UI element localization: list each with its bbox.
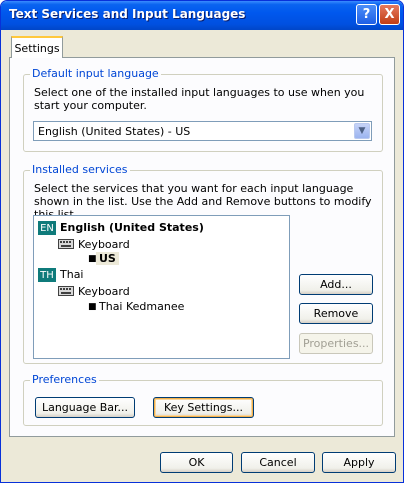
keyboard-icon	[58, 239, 74, 249]
bullet-icon: ■	[88, 302, 97, 312]
apply-button[interactable]: Apply	[322, 452, 396, 473]
language-badge-th: TH	[38, 268, 56, 282]
keyboard-icon	[58, 286, 74, 296]
layout-us[interactable]: US	[96, 252, 119, 265]
service-keyboard-thai[interactable]: Keyboard	[78, 285, 130, 298]
key-settings-button[interactable]: Key Settings...	[153, 397, 254, 418]
window-title: Text Services and Input Languages	[9, 7, 246, 21]
dialog-window: Text Services and Input Languages ? X Se…	[0, 0, 404, 483]
title-bar[interactable]: Text Services and Input Languages ? X	[1, 1, 403, 30]
language-name-english[interactable]: English (United States)	[60, 221, 204, 234]
default-input-description: Select one of the installed input langua…	[34, 86, 365, 112]
default-input-group-title: Default input language	[30, 67, 161, 80]
close-button[interactable]: X	[379, 4, 400, 25]
ok-button[interactable]: OK	[160, 452, 233, 473]
language-name-thai[interactable]: Thai	[60, 268, 84, 281]
help-button[interactable]: ?	[356, 4, 377, 25]
default-input-language-dropdown[interactable]: English (United States) - US ▼	[33, 121, 372, 141]
service-keyboard-english[interactable]: Keyboard	[78, 238, 130, 251]
language-bar-button[interactable]: Language Bar...	[35, 397, 135, 418]
installed-services-tree[interactable]: EN English (United States) Keyboard ■ US…	[33, 215, 290, 359]
cancel-button[interactable]: Cancel	[241, 452, 315, 473]
remove-button[interactable]: Remove	[299, 303, 373, 324]
properties-button[interactable]: Properties...	[299, 333, 373, 354]
tab-settings[interactable]: Settings	[11, 36, 63, 58]
chevron-down-icon[interactable]: ▼	[354, 123, 370, 139]
preferences-group-title: Preferences	[30, 373, 99, 386]
layout-thai-kedmanee[interactable]: Thai Kedmanee	[99, 300, 184, 313]
add-button[interactable]: Add...	[299, 274, 373, 295]
language-badge-en: EN	[38, 221, 56, 235]
installed-services-group-title: Installed services	[30, 163, 130, 176]
default-input-language-value: English (United States) - US	[38, 125, 191, 138]
